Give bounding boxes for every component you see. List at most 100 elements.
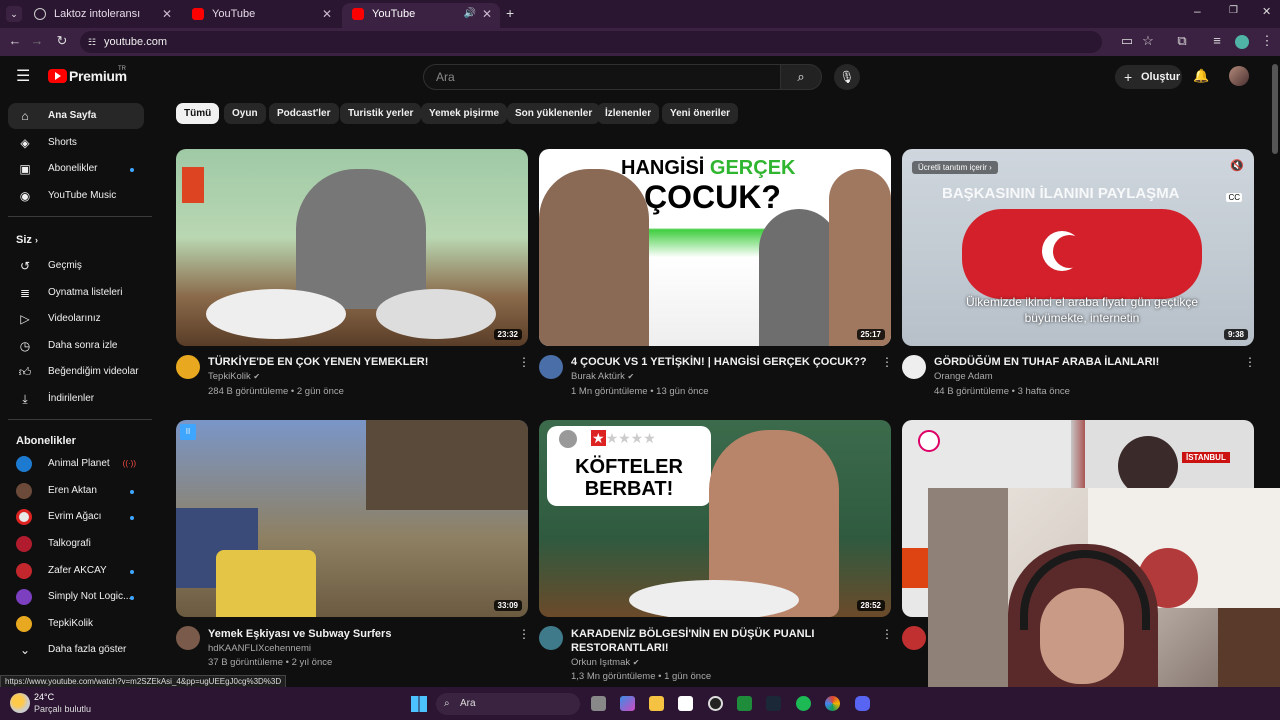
chip-recently-uploaded[interactable]: Son yüklenenler (507, 103, 601, 124)
chip-gaming[interactable]: Oyun (224, 103, 266, 124)
close-icon[interactable]: ✕ (482, 3, 492, 25)
video-thumbnail[interactable]: HANGİSİ GERÇEK ÇOCUK? 25:17 (539, 149, 891, 346)
video-title[interactable]: TÜRKİYE'DE EN ÇOK YENEN YEMEKLER! (208, 355, 508, 369)
sidebar-item-downloads[interactable]: ⤓ İndirilenler (8, 386, 144, 412)
sidebar-sub-eren-aktan[interactable]: Eren Aktan (8, 478, 144, 504)
channel-name[interactable]: Orkun Işıtmak ✔ (571, 657, 639, 668)
video-menu-icon[interactable]: ⋮ (518, 627, 530, 641)
extensions-icon[interactable]: ⧉ (1173, 33, 1191, 49)
captions-icon[interactable]: CC (1226, 193, 1242, 202)
taskbar-search[interactable]: ⌕ Ara (436, 693, 580, 715)
sidebar-sub-zafer-akcay[interactable]: Zafer AKCAY (8, 558, 144, 584)
browser-tab-3[interactable]: YouTube 🔊 ✕ (342, 3, 500, 28)
sidebar-item-playlists[interactable]: ≣ Oynatma listeleri (8, 280, 144, 306)
video-menu-icon[interactable]: ⋮ (1244, 355, 1256, 369)
notifications-bell-icon[interactable]: 🔔 (1193, 68, 1209, 84)
chip-new-to-you[interactable]: Yeni öneriler (662, 103, 739, 124)
address-bar[interactable]: ☷ youtube.com (80, 31, 1102, 53)
minimize-button[interactable]: – (1194, 4, 1201, 18)
video-title[interactable]: Yemek Eşkiyası ve Subway Surfers (208, 627, 508, 641)
sidebar-item-liked-videos[interactable]: 👍︎ Beğendiğim videolar (8, 359, 144, 385)
steam-icon[interactable] (766, 696, 781, 711)
chrome-icon[interactable] (825, 696, 840, 711)
tab-search-icon[interactable]: ⌄ (6, 6, 22, 22)
video-thumbnail[interactable]: II 33:09 (176, 420, 528, 617)
search-button[interactable]: ⌕ (780, 64, 822, 90)
forward-icon[interactable]: → (28, 33, 46, 48)
sidebar-sub-talkografi[interactable]: Talkografi (8, 531, 144, 557)
video-thumbnail[interactable]: 23:32 (176, 149, 528, 346)
voice-search-button[interactable]: 🎙 (834, 64, 860, 90)
close-icon[interactable]: ✕ (162, 3, 172, 25)
video-menu-icon[interactable]: ⋮ (518, 355, 530, 369)
weather-icon[interactable] (10, 693, 30, 713)
channel-name[interactable]: Orange Adam (934, 371, 993, 382)
close-icon[interactable]: ✕ (322, 3, 332, 25)
task-view-icon[interactable] (591, 696, 606, 711)
account-avatar[interactable] (1229, 66, 1249, 86)
sidebar-item-subscriptions[interactable]: ▣ Abonelikler (8, 156, 144, 182)
chip-all[interactable]: Tümü (176, 103, 220, 124)
maximize-button[interactable]: ❐ (1229, 5, 1238, 16)
sidebar-item-shorts[interactable]: ◈ Shorts (8, 130, 144, 156)
reload-icon[interactable]: ↻ (53, 33, 71, 49)
video-title[interactable]: GÖRDÜĞÜM EN TUHAF ARABA İLANLARI! (934, 355, 1234, 369)
video-title[interactable]: KARADENİZ BÖLGESİ'NİN EN DÜŞÜK PUANLI RE… (571, 627, 871, 655)
sidebar-item-youtube-music[interactable]: ◉ YouTube Music (8, 183, 144, 209)
file-explorer-icon[interactable] (649, 696, 664, 711)
channel-avatar[interactable] (539, 626, 563, 650)
search-input[interactable]: Ara (423, 64, 781, 90)
bookmark-star-icon[interactable]: ☆ (1139, 33, 1157, 49)
channel-name[interactable]: hdKAANFLIXcehennemi (208, 643, 311, 654)
back-icon[interactable]: ← (6, 33, 24, 48)
xbox-icon[interactable] (737, 696, 752, 711)
channel-avatar[interactable] (176, 355, 200, 379)
page-scrollbar[interactable] (1272, 64, 1278, 154)
video-menu-icon[interactable]: ⋮ (881, 355, 893, 369)
channel-avatar[interactable] (539, 355, 563, 379)
chip-podcasts[interactable]: Podcast'ler (269, 103, 339, 124)
chip-tourist-spots[interactable]: Turistik yerler (340, 103, 422, 124)
pause-icon[interactable]: II (180, 424, 196, 440)
channel-name[interactable]: Burak Aktürk ✔ (571, 371, 634, 382)
hamburger-menu-icon[interactable]: ☰ (16, 66, 30, 86)
discord-icon[interactable] (855, 696, 870, 711)
channel-avatar[interactable] (176, 626, 200, 650)
video-menu-icon[interactable]: ⋮ (881, 627, 893, 641)
browser-tab-1[interactable]: Laktoz intoleransı dağılımı ✕ (24, 3, 180, 42)
channel-avatar[interactable] (902, 355, 926, 379)
sidebar-sub-animal-planet[interactable]: Animal Planet ((·)) (8, 451, 144, 477)
spotify-icon[interactable] (796, 696, 811, 711)
copilot-icon[interactable] (620, 696, 635, 711)
media-control-icon[interactable]: ≡ (1208, 33, 1226, 48)
browser-tab-2[interactable]: YouTube ✕ (182, 3, 340, 28)
you-section-heading[interactable]: Siz › (16, 234, 38, 246)
sidebar-sub-tepkikolik[interactable]: TepkiKolik (8, 611, 144, 637)
youtube-logo-icon[interactable] (48, 69, 67, 83)
windows-start-icon[interactable] (411, 696, 427, 712)
close-window-button[interactable]: ✕ (1262, 5, 1271, 18)
speaker-icon[interactable]: 🔊 (464, 3, 476, 25)
chip-watched[interactable]: İzlenenler (597, 103, 660, 124)
github-icon[interactable] (708, 696, 723, 711)
sidebar-item-your-videos[interactable]: ▷ Videolarınız (8, 306, 144, 332)
new-tab-button[interactable]: + (506, 5, 514, 21)
profile-avatar[interactable] (1235, 35, 1249, 49)
video-thumbnail[interactable]: ★★★★★ KÖFTELER BERBAT! 28:52 (539, 420, 891, 617)
chip-cooking[interactable]: Yemek pişirme (421, 103, 508, 124)
sidebar-item-home[interactable]: ⌂ Ana Sayfa (8, 103, 144, 129)
video-title[interactable]: 4 ÇOCUK VS 1 YETİŞKİN! | HANGİSİ GERÇEK … (571, 355, 871, 369)
sidebar-show-more[interactable]: ⌄ Daha fazla göster (8, 637, 144, 663)
promo-badge[interactable]: Ücretli tanıtım içerir › (912, 161, 998, 174)
site-info-icon[interactable]: ☷ (88, 31, 96, 53)
sidebar-item-history[interactable]: ↺ Geçmiş (8, 253, 144, 279)
mute-icon[interactable]: 🔇 (1230, 159, 1244, 172)
sidebar-sub-simply-not-logic[interactable]: Simply Not Logic... (8, 584, 144, 610)
menu-kebab-icon[interactable]: ⋮ (1258, 33, 1276, 49)
cast-icon[interactable]: ▭ (1118, 33, 1136, 49)
channel-name[interactable]: TepkiKolik ✔ (208, 371, 260, 382)
create-button[interactable]: + Oluştur (1115, 65, 1182, 89)
sidebar-item-watch-later[interactable]: ◷ Daha sonra izle (8, 333, 144, 359)
sidebar-sub-evrim-agaci[interactable]: Evrim Ağacı (8, 504, 144, 530)
video-thumbnail[interactable]: Ücretli tanıtım içerir › BAŞKASININ İLAN… (902, 149, 1254, 346)
